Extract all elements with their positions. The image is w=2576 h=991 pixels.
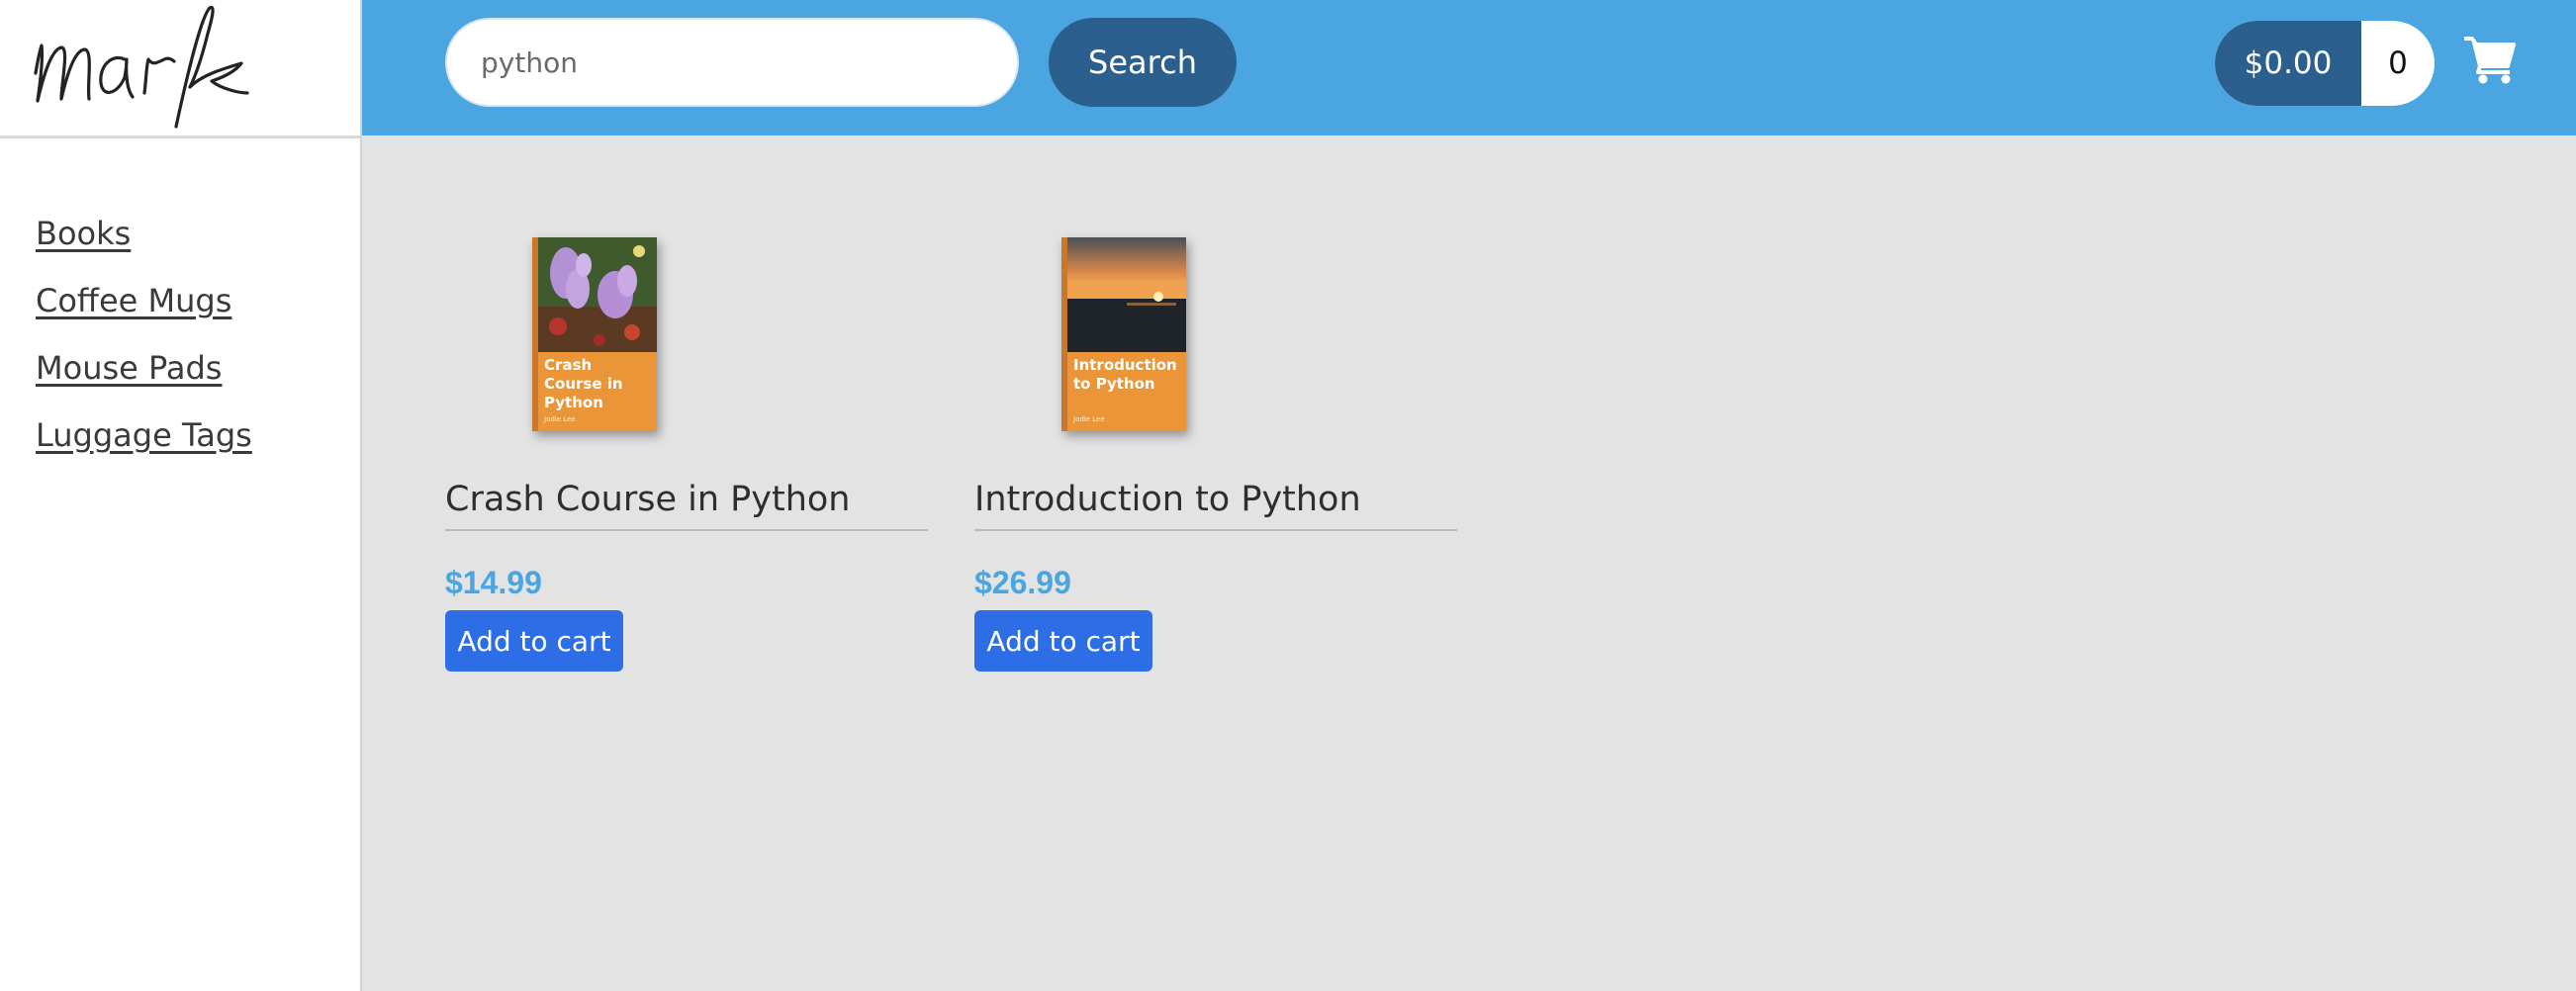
book-cover-image[interactable]: Crash Course in Python Jodie Lee	[532, 237, 657, 431]
sidebar-item-luggage-tags[interactable]: Luggage Tags	[36, 417, 252, 454]
book-cover-author: Jodie Lee	[1073, 415, 1105, 423]
title-divider	[974, 529, 1457, 531]
sidebar-item-mouse-pads[interactable]: Mouse Pads	[36, 350, 252, 387]
product-title[interactable]: Crash Course in Python	[445, 478, 928, 522]
sunset-photo-icon	[1067, 237, 1186, 352]
flower-photo-icon	[538, 237, 657, 352]
search-button[interactable]: Search	[1049, 18, 1237, 107]
product-price: $26.99	[974, 565, 1071, 600]
cart-summary[interactable]: $0.00 0	[2215, 21, 2435, 106]
add-to-cart-button[interactable]: Add to cart	[445, 610, 623, 672]
product-price: $14.99	[445, 565, 542, 600]
search-input[interactable]	[445, 18, 1019, 107]
logo-mark-icon	[34, 5, 249, 129]
book-cover-image[interactable]: Introduction to Python Jodie Lee	[1061, 237, 1186, 431]
title-divider	[445, 529, 928, 531]
product-title[interactable]: Introduction to Python	[974, 478, 1457, 522]
shopping-cart-icon[interactable]	[2462, 35, 2518, 88]
sidebar-item-coffee-mugs[interactable]: Coffee Mugs	[36, 283, 252, 319]
book-cover-title: Introduction to Python	[1073, 356, 1177, 393]
add-to-cart-button[interactable]: Add to cart	[974, 610, 1152, 672]
sidebar-item-books[interactable]: Books	[36, 216, 252, 252]
cart-total: $0.00	[2215, 21, 2361, 106]
logo[interactable]	[0, 0, 360, 138]
book-cover-author: Jodie Lee	[544, 415, 576, 423]
book-cover-title: Crash Course in Python	[544, 356, 623, 411]
sidebar-nav: Books Coffee Mugs Mouse Pads Luggage Tag…	[36, 216, 252, 485]
sidebar: Books Coffee Mugs Mouse Pads Luggage Tag…	[0, 0, 362, 991]
